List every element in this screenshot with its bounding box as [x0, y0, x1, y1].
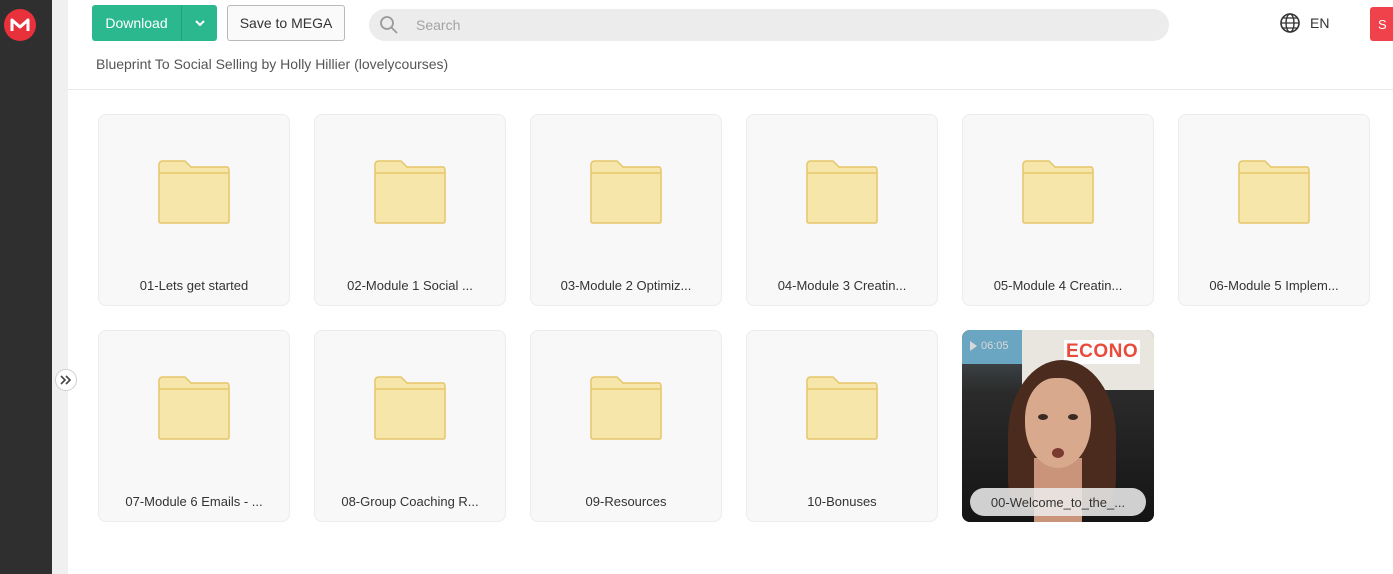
thumbnail-eye: [1068, 414, 1078, 420]
folder-name: 05-Module 4 Creatin...: [993, 278, 1123, 293]
language-label: EN: [1310, 15, 1330, 31]
thumbnail-mouth: [1052, 448, 1064, 458]
folder-name: 09-Resources: [585, 494, 667, 509]
left-rail: [0, 0, 52, 574]
folder-card[interactable]: 05-Module 4 Creatin...: [962, 114, 1154, 306]
folder-card[interactable]: 09-Resources: [530, 330, 722, 522]
breadcrumb: Blueprint To Social Selling by Holly Hil…: [96, 56, 449, 72]
thumbnail-eye: [1038, 414, 1048, 420]
expand-sidebar-button[interactable]: [55, 369, 77, 391]
search-bar: [369, 9, 1169, 41]
save-to-mega-button[interactable]: Save to MEGA: [227, 5, 345, 41]
folder-card[interactable]: 06-Module 5 Implem...: [1178, 114, 1370, 306]
double-chevron-right-icon: [60, 375, 72, 385]
folder-icon: [1022, 160, 1094, 224]
video-name: 00-Welcome_to_the_...: [970, 488, 1146, 516]
folder-card[interactable]: 01-Lets get started: [98, 114, 290, 306]
play-icon: [970, 341, 977, 351]
video-duration: 06:05: [970, 340, 1009, 352]
chevron-down-icon: [194, 20, 205, 27]
folder-card[interactable]: 07-Module 6 Emails - ...: [98, 330, 290, 522]
folder-icon: [806, 376, 878, 440]
globe-icon: [1280, 13, 1300, 33]
mega-logo[interactable]: [4, 9, 36, 41]
search-input[interactable]: [416, 17, 1116, 33]
download-options-button[interactable]: [182, 5, 217, 41]
sidebar-gutter: [52, 0, 68, 574]
video-card[interactable]: ECONO 06:05 00-Welcome_to_the_...: [962, 330, 1154, 522]
folder-name: 07-Module 6 Emails - ...: [125, 494, 263, 509]
folder-name: 01-Lets get started: [139, 278, 249, 293]
folder-name: 08-Group Coaching R...: [341, 494, 479, 509]
download-button[interactable]: Download: [92, 5, 182, 41]
folder-card[interactable]: 08-Group Coaching R...: [314, 330, 506, 522]
signup-button[interactable]: S: [1370, 7, 1393, 41]
folder-icon: [590, 376, 662, 440]
duration-text: 06:05: [981, 340, 1009, 352]
folder-card[interactable]: 02-Module 1 Social ...: [314, 114, 506, 306]
folder-name: 06-Module 5 Implem...: [1209, 278, 1339, 293]
folder-name: 02-Module 1 Social ...: [347, 278, 473, 293]
search-icon: [378, 14, 400, 36]
thumbnail-overlay-text: ECONO: [1064, 340, 1141, 364]
mega-logo-icon: [10, 18, 30, 31]
folder-icon: [806, 160, 878, 224]
folder-icon: [1238, 160, 1310, 224]
language-selector[interactable]: EN: [1279, 12, 1329, 34]
folder-card[interactable]: 04-Module 3 Creatin...: [746, 114, 938, 306]
folder-card[interactable]: 03-Module 2 Optimiz...: [530, 114, 722, 306]
folder-icon: [158, 160, 230, 224]
folder-icon: [158, 376, 230, 440]
top-bar: Download Save to MEGA EN S Blueprint To …: [68, 0, 1393, 90]
folder-icon: [374, 160, 446, 224]
folder-card[interactable]: 10-Bonuses: [746, 330, 938, 522]
folder-icon: [374, 376, 446, 440]
folder-name: 03-Module 2 Optimiz...: [560, 278, 692, 293]
folder-icon: [590, 160, 662, 224]
download-button-group: Download: [92, 5, 217, 41]
folder-name: 10-Bonuses: [807, 494, 877, 509]
folder-name: 04-Module 3 Creatin...: [777, 278, 907, 293]
